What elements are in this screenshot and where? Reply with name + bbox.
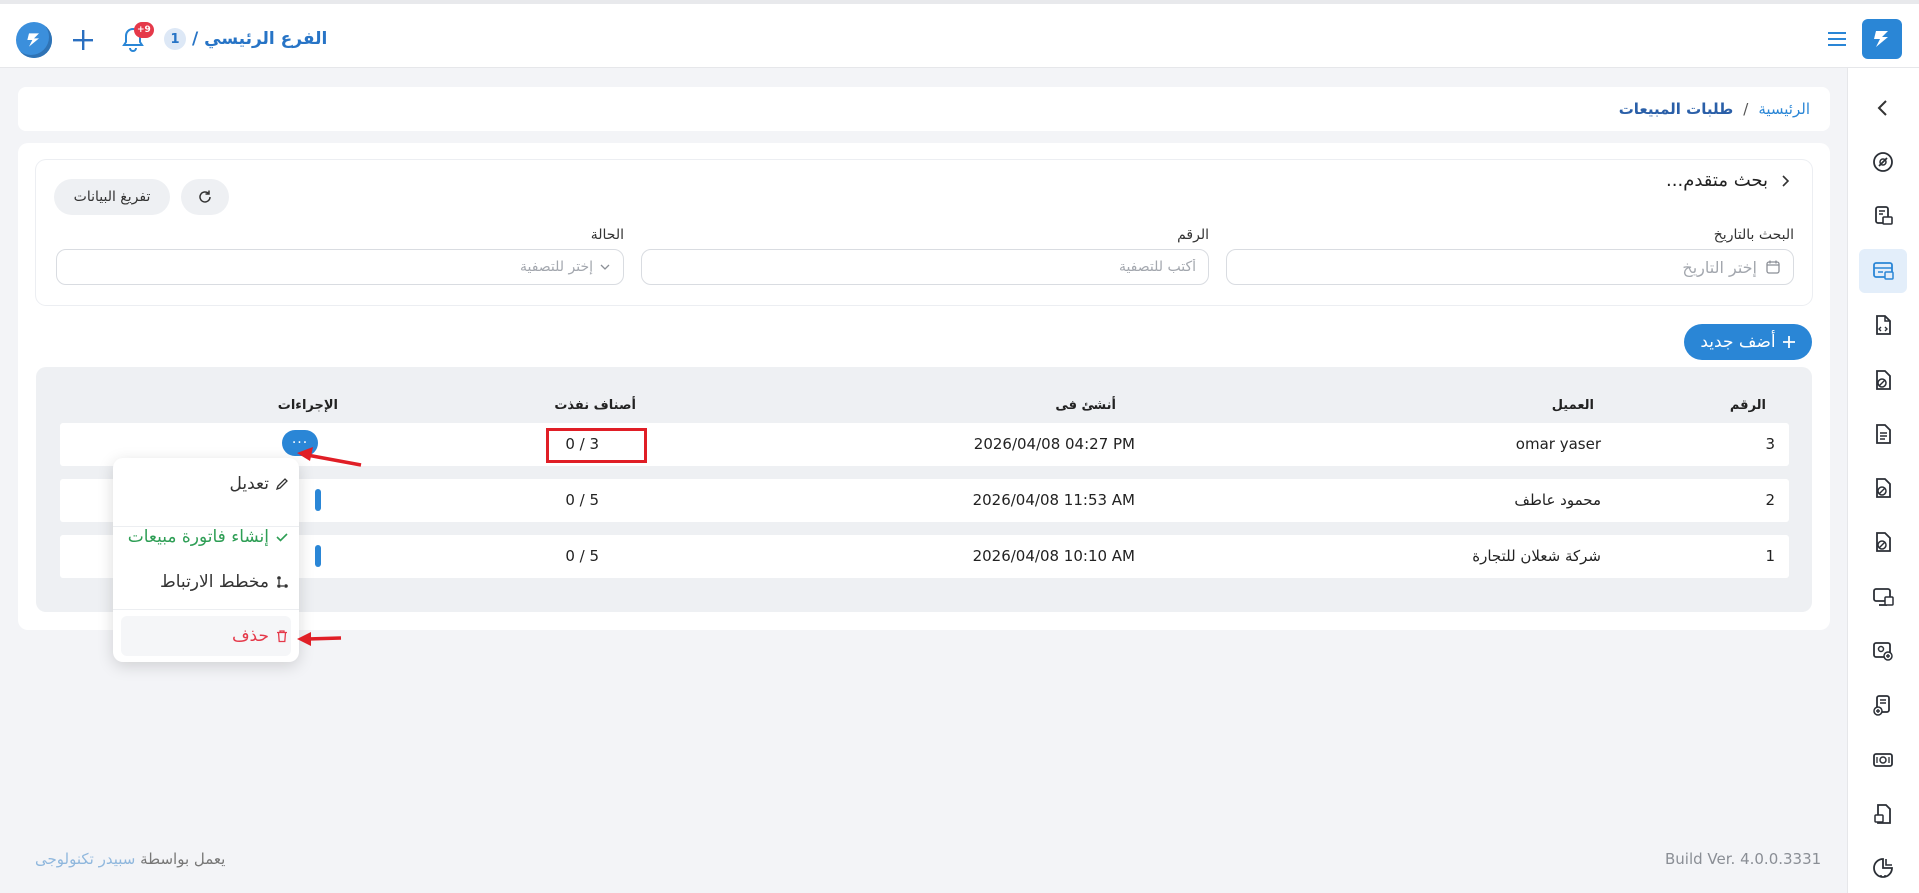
notification-badge: +9: [134, 22, 154, 38]
date-filter-input[interactable]: [1239, 257, 1757, 277]
sidebar-item-void-doc-icon[interactable]: [1859, 520, 1907, 564]
row-actions-menu: تعديل إنشاء فاتورة مبيعات مخطط الارتباط …: [113, 458, 299, 662]
add-new-button[interactable]: أضف جديد: [1684, 324, 1812, 360]
sidebar: [1847, 68, 1919, 893]
trash-icon: [277, 630, 287, 643]
powered-by-prefix: يعمل بواسطة: [140, 850, 226, 868]
status-filter-placeholder: إختر للتصفية: [519, 259, 593, 275]
branch-label: الفرع الرئيسي /: [192, 29, 328, 49]
row-actions-button[interactable]: ···: [282, 430, 318, 456]
branch-number: 1: [164, 28, 186, 50]
sidebar-item-dashboard-icon[interactable]: [1859, 140, 1907, 184]
menu-item-edit[interactable]: تعديل: [121, 464, 291, 504]
calendar-icon: [1766, 260, 1780, 274]
annotation-arrow-icon: [297, 632, 342, 646]
check-icon: [276, 533, 288, 542]
number-filter-label: الرقم: [1177, 227, 1209, 243]
cell-items-done: 0 / 5: [565, 547, 599, 565]
header-created-at: أنشئ فى: [1055, 398, 1116, 413]
sidebar-item-document-icon[interactable]: [1859, 412, 1907, 456]
top-bar: +9 1 الفرع الرئيسي /: [0, 0, 1919, 68]
cell-customer: omar yaser: [1515, 435, 1601, 453]
chevron-icon: [1782, 174, 1790, 187]
menu-item-edit-label: تعديل: [229, 474, 269, 494]
sidebar-item-cash-icon[interactable]: [1859, 738, 1907, 782]
header-actions: الإجراءات: [277, 398, 338, 413]
menu-item-create-invoice-label: إنشاء فاتورة مبيعات: [127, 527, 269, 547]
reset-filters-button[interactable]: تفريغ البيانات: [54, 179, 170, 215]
menu-divider: [113, 609, 299, 610]
advanced-search-toggle[interactable]: بحث متقدم...: [1666, 170, 1792, 191]
quick-add-button[interactable]: [66, 23, 100, 57]
cell-customer: شركة شعلان للتجارة: [1472, 547, 1601, 565]
app-logo-icon[interactable]: [1862, 19, 1902, 59]
cell-customer: محمود عاطف: [1514, 491, 1601, 509]
menu-item-link-diagram[interactable]: مخطط الارتباط: [121, 562, 291, 602]
branch-selector[interactable]: 1 الفرع الرئيسي /: [164, 26, 327, 52]
status-filter-label: الحالة: [590, 227, 624, 243]
advanced-search-panel: بحث متقدم... تفريغ البيانات البحث بالتار…: [36, 160, 1812, 305]
breadcrumb-separator: /: [1743, 100, 1749, 118]
sidebar-item-reports-icon[interactable]: [1859, 846, 1907, 890]
menu-item-delete-label: حذف: [231, 626, 269, 646]
row-actions-button[interactable]: [315, 489, 321, 511]
sidebar-item-returns-icon[interactable]: [1859, 358, 1907, 402]
header-number: الرقم: [1729, 398, 1766, 413]
cell-created-at: 2026/04/08 04:27 PM: [973, 435, 1135, 453]
menu-item-link-diagram-label: مخطط الارتباط: [160, 572, 269, 592]
table-row[interactable]: 2 محمود عاطف 2026/04/08 11:53 AM 0 / 5: [60, 479, 1789, 522]
cell-number: 1: [1765, 547, 1775, 565]
row-actions-button[interactable]: [315, 545, 321, 567]
add-new-label: أضف جديد: [1700, 332, 1776, 352]
date-filter-field[interactable]: [1226, 249, 1794, 285]
advanced-search-title: بحث متقدم...: [1666, 170, 1768, 191]
sidebar-item-sales-icon[interactable]: [1859, 194, 1907, 238]
number-filter-field[interactable]: [641, 249, 1209, 285]
status-filter-select[interactable]: إختر للتصفية: [56, 249, 624, 285]
sidebar-item-sales-orders-icon[interactable]: [1859, 249, 1907, 293]
powered-by: يعمل بواسطة سبيدر تكنولوجى: [35, 850, 225, 868]
sidebar-item-invoice-icon[interactable]: [1859, 303, 1907, 347]
diagram-icon: [277, 576, 288, 588]
plus-icon: [1782, 336, 1795, 348]
chevron-down-icon: [600, 264, 610, 270]
refresh-icon: [199, 190, 211, 203]
sidebar-item-add-customer-icon[interactable]: [1859, 629, 1907, 673]
header-items-done: أصناف نفذت: [554, 398, 636, 413]
cell-items-done: 0 / 5: [565, 491, 599, 509]
refresh-button[interactable]: [181, 179, 229, 215]
powered-by-brand-link[interactable]: سبيدر تكنولوجى: [35, 850, 135, 868]
menu-item-delete[interactable]: حذف: [121, 616, 291, 656]
cell-number: 3: [1765, 435, 1775, 453]
table-row[interactable]: 3 omar yaser 2026/04/08 04:27 PM 0 / 3 ·…: [60, 423, 1789, 466]
menu-item-create-invoice[interactable]: إنشاء فاتورة مبيعات: [121, 517, 291, 557]
orders-table: الرقم العميل أنشئ فى أصناف نفذت الإجراءا…: [36, 367, 1812, 612]
breadcrumb-home-link[interactable]: الرئيسية: [1758, 100, 1810, 118]
sidebar-item-receipt-icon[interactable]: [1859, 792, 1907, 836]
header-customer: العميل: [1551, 398, 1594, 413]
sidebar-item-pos-icon[interactable]: [1859, 575, 1907, 619]
table-row[interactable]: 1 شركة شعلان للتجارة 2026/04/08 10:10 AM…: [60, 535, 1789, 578]
number-filter-input[interactable]: [654, 259, 1196, 275]
sidebar-item-cancel-doc-icon[interactable]: [1859, 466, 1907, 510]
build-version: Build Ver. 4.0.0.3331: [1665, 850, 1822, 868]
menu-toggle-icon[interactable]: [1825, 29, 1849, 49]
annotation-highlight-box: [546, 428, 647, 463]
cell-number: 2: [1765, 491, 1775, 509]
date-filter-label: البحث بالتاريخ: [1713, 227, 1794, 243]
cell-created-at: 2026/04/08 10:10 AM: [972, 547, 1135, 565]
sidebar-item-new-doc-icon[interactable]: [1859, 683, 1907, 727]
sidebar-collapse-chevron-icon[interactable]: [1859, 86, 1907, 130]
company-logo-icon[interactable]: [16, 22, 52, 58]
cell-created-at: 2026/04/08 11:53 AM: [972, 491, 1135, 509]
pencil-icon: [275, 478, 288, 491]
breadcrumb: الرئيسية / طلبات المبيعات: [1619, 100, 1810, 118]
breadcrumb-current: طلبات المبيعات: [1618, 100, 1734, 118]
breadcrumb-card: الرئيسية / طلبات المبيعات: [18, 87, 1830, 131]
